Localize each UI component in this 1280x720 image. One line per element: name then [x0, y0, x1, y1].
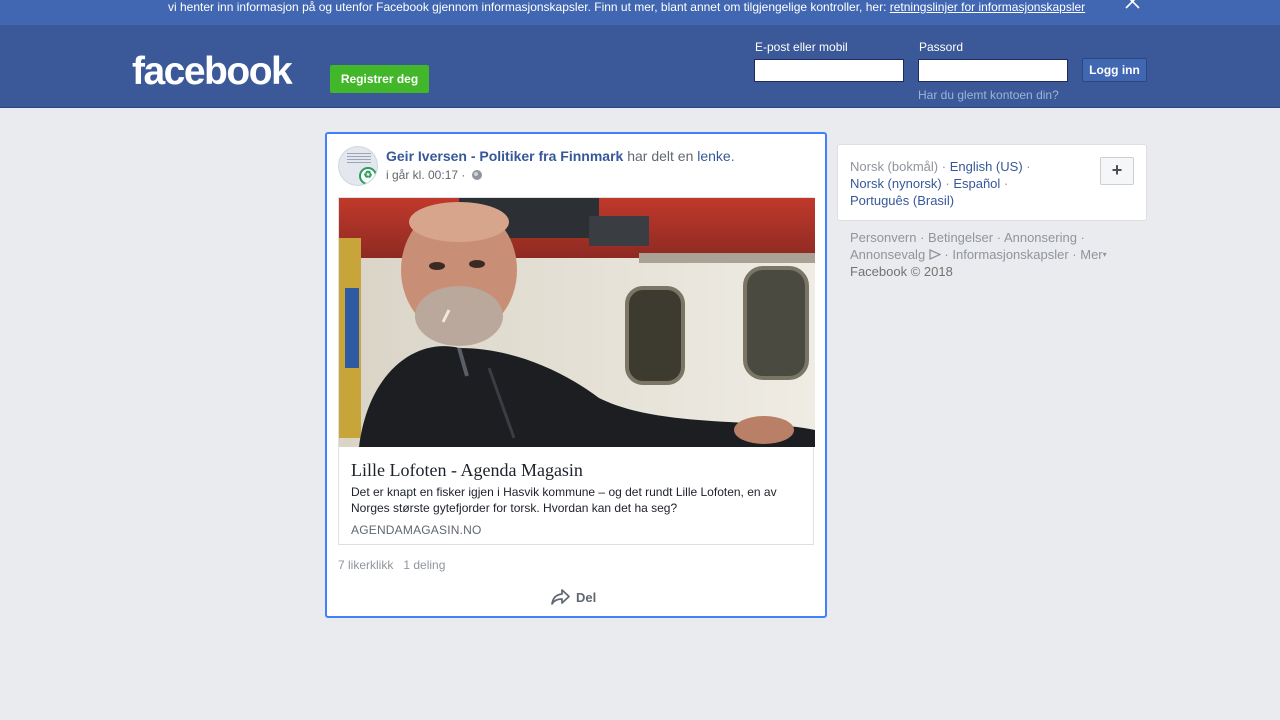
footer-separator: · [940, 247, 953, 262]
shares-count[interactable]: 1 deling [403, 558, 445, 572]
link-preview-image [339, 198, 815, 447]
email-field[interactable] [754, 59, 904, 82]
link-description: Det er knapt en fisker igjen i Hasvik ko… [351, 485, 777, 515]
footer-link-personvern[interactable]: Personvern [850, 230, 916, 245]
post-stats: 7 likerklikk 1 deling [338, 558, 445, 572]
post-card: ♻ Geir Iversen - Politiker fra Finnmark … [325, 132, 827, 618]
footer-separator: · [916, 230, 929, 245]
cookie-policy-link[interactable]: retningslinjer for informasjonskapsler [890, 0, 1085, 14]
footer-link-annonsering[interactable]: Annonsering [1004, 230, 1077, 245]
footer-links: Personvern · Betingelser · Annonsering ·… [850, 229, 1130, 280]
recycle-icon: ♻ [359, 167, 377, 185]
register-button[interactable]: Registrer deg [330, 65, 429, 93]
cookie-banner: vi henter inn informasjon på og utenfor … [0, 0, 1280, 25]
globe-icon [471, 170, 482, 180]
language-separator: · [938, 159, 950, 174]
language-selector: Norsk (bokmål) · English (US) · Norsk (n… [837, 144, 1147, 221]
footer-separator: · [1068, 247, 1081, 262]
avatar-text-lines [347, 153, 371, 165]
footer-link-mer[interactable]: Mer [1080, 247, 1102, 262]
footer-separator: · [993, 230, 1004, 245]
footer-link-informasjonskapsler[interactable]: Informasjonskapsler [952, 247, 1068, 262]
post-author-link[interactable]: Geir Iversen - Politiker fra Finnmark [386, 148, 623, 164]
language-list: Norsk (bokmål) · English (US) · Norsk (n… [850, 158, 1050, 209]
language-option-english-us[interactable]: English (US) [950, 159, 1023, 174]
share-icon [551, 589, 570, 605]
current-language: Norsk (bokmål) [850, 159, 939, 174]
language-separator: · [1022, 159, 1031, 174]
post-link-word[interactable]: lenke [697, 148, 730, 164]
facebook-logo[interactable]: facebook [132, 50, 293, 94]
login-button[interactable]: Logg inn [1082, 58, 1147, 82]
language-option-espanol[interactable]: Español [953, 176, 1000, 191]
footer-separator: · [1076, 230, 1085, 245]
language-option-portugues-brasil[interactable]: Português (Brasil) [850, 193, 954, 208]
post-period: . [730, 148, 735, 164]
adchoices-icon [929, 249, 941, 260]
copyright-text: Facebook © 2018 [850, 264, 953, 279]
language-separator: · [941, 176, 954, 191]
post-shared-text: har delt en [623, 148, 698, 164]
cookie-banner-text: vi henter inn informasjon på og utenfor … [168, 0, 890, 14]
post-timestamp[interactable]: i går kl. 00:17 · [386, 168, 469, 182]
post-header: Geir Iversen - Politiker fra Finnmark ha… [386, 147, 735, 165]
avatar[interactable]: ♻ [338, 146, 378, 186]
link-title: Lille Lofoten - Agenda Magasin [351, 460, 583, 480]
password-label: Passord [919, 40, 964, 54]
footer-link-betingelser[interactable]: Betingelser [928, 230, 993, 245]
email-label: E-post eller mobil [755, 40, 848, 54]
chevron-down-icon[interactable]: ▾ [1103, 250, 1107, 259]
forgot-account-link[interactable]: Har du glemt kontoen din? [918, 88, 1059, 102]
cookie-banner-text-container: vi henter inn informasjon på og utenfor … [168, 0, 1085, 14]
link-preview[interactable]: Lille Lofoten - Agenda Magasin Det er kn… [338, 197, 815, 545]
language-option-norsk-nynorsk[interactable]: Norsk (nynorsk) [850, 176, 942, 191]
share-label: Del [576, 589, 597, 605]
top-header: facebook Registrer deg E-post eller mobi… [0, 25, 1280, 108]
password-field[interactable] [918, 59, 1068, 82]
language-separator: · [1000, 176, 1009, 191]
footer-link-annonsevalg[interactable]: Annonsevalg [850, 247, 925, 262]
add-language-button[interactable]: + [1100, 157, 1134, 185]
fisherman-photo [339, 198, 815, 447]
post-meta: i går kl. 00:17 · [386, 168, 482, 182]
share-button[interactable]: Del [551, 586, 596, 608]
close-icon[interactable] [1124, 0, 1142, 9]
likes-count[interactable]: 7 likerklikk [338, 558, 393, 572]
link-domain: AGENDAMAGASIN.NO [351, 523, 482, 537]
